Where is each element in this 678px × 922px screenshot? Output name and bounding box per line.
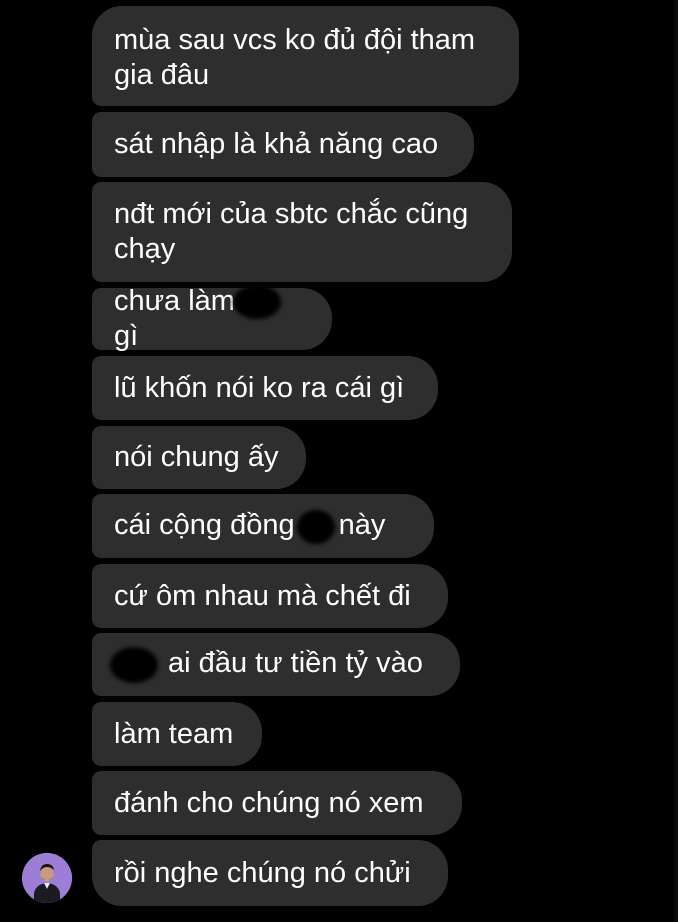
message-bubble[interactable]: mùa sau vcs ko đủ đội tham gia đâu (92, 6, 519, 106)
message-text: cái cộng đồng này (114, 508, 386, 544)
redaction-blot (232, 285, 281, 320)
message-text-part: này (330, 509, 386, 542)
message-bubble[interactable]: cứ ôm nhau mà chết đi (92, 564, 448, 628)
message-text-part: ai đầu tư tiền tỷ vào (160, 647, 423, 680)
sender-avatar[interactable] (22, 853, 72, 903)
message-text: chưa làm gì (114, 284, 310, 354)
message-bubble[interactable]: cái cộng đồng này (92, 494, 434, 558)
message-bubble[interactable]: đánh cho chúng nó xem (92, 771, 462, 835)
message-bubble[interactable]: nđt mới của sbtc chắc cũng chạy (92, 182, 512, 282)
message-text: đánh cho chúng nó xem (114, 786, 424, 819)
message-bubble[interactable]: sát nhập là khả năng cao (92, 112, 474, 177)
message-text-part: cái cộng đồng (114, 509, 295, 542)
message-text: làm team (114, 717, 234, 750)
message-text-part: chưa làm (114, 284, 235, 317)
message-text: mùa sau vcs ko đủ đội tham gia đâu (114, 24, 484, 91)
chat-thread: mùa sau vcs ko đủ đội tham gia đâu sát n… (0, 0, 678, 922)
message-text: ai đầu tư tiền tỷ vào (110, 646, 423, 683)
scrollbar-track (674, 0, 678, 922)
message-bubble[interactable]: rồi nghe chúng nó chửi (92, 840, 448, 906)
message-text: nói chung ấy (114, 441, 279, 473)
message-bubble[interactable]: lũ khốn nói ko ra cái gì (92, 356, 438, 420)
message-bubble[interactable]: ai đầu tư tiền tỷ vào (92, 633, 460, 696)
redaction-blot (296, 509, 335, 544)
message-text: sát nhập là khả năng cao (114, 128, 439, 160)
message-text: cứ ôm nhau mà chết đi (114, 579, 411, 612)
message-text: nđt mới của sbtc chắc cũng chạy (114, 198, 477, 265)
message-bubble[interactable]: làm team (92, 702, 262, 766)
person-avatar-icon (22, 853, 72, 903)
message-bubble[interactable]: chưa làm gì (92, 285, 332, 352)
message-text: rồi nghe chúng nó chửi (114, 856, 411, 889)
message-text: lũ khốn nói ko ra cái gì (114, 371, 405, 404)
redaction-blot (110, 646, 158, 683)
message-bubble[interactable]: nói chung ấy (92, 426, 306, 489)
